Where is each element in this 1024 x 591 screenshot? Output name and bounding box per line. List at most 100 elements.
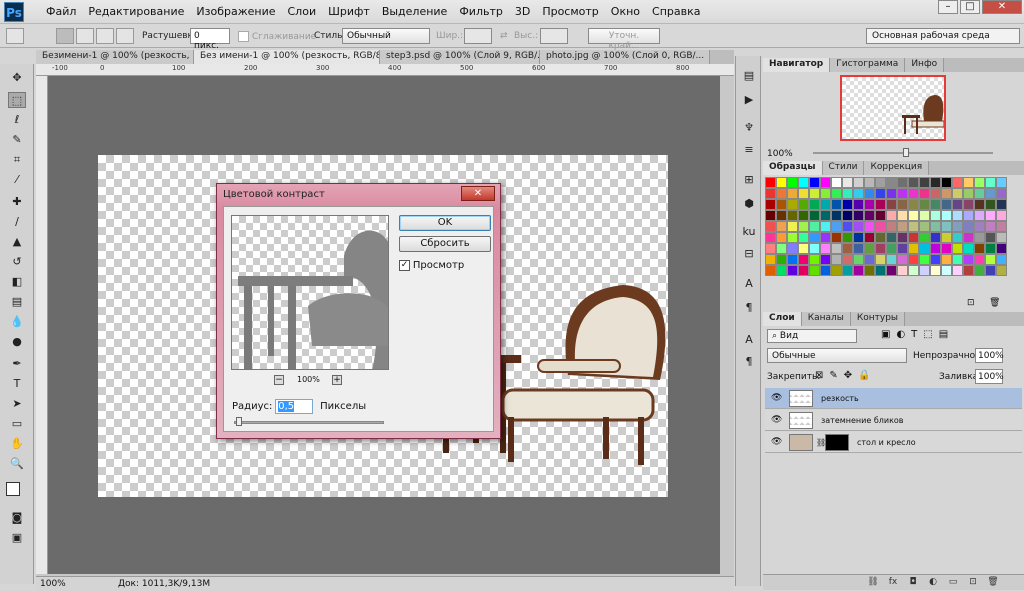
refine-edge-button[interactable]: Уточн. край...	[588, 28, 660, 51]
tab-paths[interactable]: Контуры	[850, 312, 906, 326]
color-swatch[interactable]	[853, 254, 864, 265]
color-swatch[interactable]	[897, 177, 908, 188]
feather-input[interactable]: 0 пикс.	[190, 28, 230, 51]
color-swatch[interactable]	[787, 210, 798, 221]
opacity-input[interactable]: 100%	[975, 348, 1004, 363]
color-swatch[interactable]	[996, 265, 1007, 276]
color-swatch[interactable]	[864, 243, 875, 254]
color-swatch[interactable]	[787, 177, 798, 188]
color-swatch[interactable]	[765, 243, 776, 254]
color-swatch[interactable]	[908, 243, 919, 254]
color-swatch[interactable]	[853, 265, 864, 276]
color-swatch[interactable]	[831, 188, 842, 199]
color-swatch[interactable]	[941, 254, 952, 265]
color-swatch[interactable]	[963, 232, 974, 243]
adjustment-layer-icon[interactable]: ◐	[927, 577, 939, 589]
color-swatch[interactable]	[886, 199, 897, 210]
color-swatch[interactable]	[974, 199, 985, 210]
color-swatch[interactable]	[908, 232, 919, 243]
eyedropper-tool-icon[interactable]: ⁄	[8, 172, 26, 188]
layer-filter-icons[interactable]: ▣◐T⬚▤	[881, 329, 954, 340]
add-mask-icon[interactable]: ◘	[907, 577, 919, 589]
color-swatch[interactable]	[985, 210, 996, 221]
color-swatch[interactable]	[864, 221, 875, 232]
color-swatch[interactable]	[765, 210, 776, 221]
subtract-from-selection-icon[interactable]	[96, 28, 114, 44]
move-tool-icon[interactable]: ✥	[8, 70, 26, 86]
color-swatch[interactable]	[930, 232, 941, 243]
height-input[interactable]	[540, 28, 568, 44]
actions-panel-icon[interactable]: ▶	[741, 92, 757, 108]
foreground-color-swatch[interactable]	[6, 482, 20, 496]
filter-preview[interactable]	[231, 215, 389, 370]
color-swatch[interactable]	[765, 254, 776, 265]
color-swatch[interactable]	[875, 199, 886, 210]
color-swatch[interactable]	[974, 254, 985, 265]
color-swatch[interactable]	[787, 243, 798, 254]
navigator-zoom-thumb[interactable]	[903, 148, 909, 157]
color-swatch[interactable]	[996, 188, 1007, 199]
clone-source-icon[interactable]: ⊞	[741, 172, 757, 188]
color-swatch[interactable]	[798, 243, 809, 254]
color-swatch[interactable]	[919, 243, 930, 254]
fill-input[interactable]: 100%	[975, 369, 1004, 384]
color-swatch[interactable]	[908, 188, 919, 199]
color-swatch[interactable]	[963, 199, 974, 210]
character-panel-icon[interactable]: A	[741, 276, 757, 292]
color-swatch[interactable]	[842, 221, 853, 232]
reset-button[interactable]: Сбросить	[399, 236, 491, 252]
menu-help[interactable]: Справка	[646, 5, 706, 18]
color-swatch[interactable]	[941, 210, 952, 221]
color-swatch[interactable]	[842, 210, 853, 221]
new-group-icon[interactable]: ▭	[947, 577, 959, 589]
style-select[interactable]: Обычный	[342, 28, 430, 44]
new-layer-icon[interactable]: ⊡	[967, 577, 979, 589]
color-swatch[interactable]	[930, 265, 941, 276]
color-swatch[interactable]	[985, 199, 996, 210]
intersect-selection-icon[interactable]	[116, 28, 134, 44]
color-swatch[interactable]	[985, 243, 996, 254]
eye-icon[interactable]: 👁	[771, 437, 782, 447]
color-swatch[interactable]	[809, 232, 820, 243]
type-tool-icon[interactable]: T	[8, 376, 26, 392]
color-swatch[interactable]	[765, 188, 776, 199]
marquee-tool-icon[interactable]: ⬚	[8, 92, 26, 108]
color-swatch[interactable]	[974, 221, 985, 232]
color-swatch[interactable]	[897, 199, 908, 210]
color-swatch[interactable]	[886, 221, 897, 232]
quick-select-tool-icon[interactable]: ✎	[8, 132, 26, 148]
zoom-tool-icon[interactable]: 🔍	[8, 456, 26, 472]
color-swatch[interactable]	[985, 221, 996, 232]
color-swatch[interactable]	[875, 254, 886, 265]
color-swatch[interactable]	[952, 265, 963, 276]
delete-swatch-icon[interactable]: 🗑	[989, 298, 1000, 308]
color-swatch[interactable]	[974, 232, 985, 243]
radius-input[interactable]: 0,5	[275, 399, 314, 414]
antialias-checkbox[interactable]: Сглаживание	[238, 31, 316, 42]
layer-comps-icon[interactable]: ⊟	[741, 246, 757, 262]
add-to-selection-icon[interactable]	[76, 28, 94, 44]
color-swatch[interactable]	[842, 243, 853, 254]
color-swatch[interactable]	[809, 221, 820, 232]
color-swatch[interactable]	[930, 210, 941, 221]
tab-navigator[interactable]: Навигатор	[763, 58, 831, 72]
color-swatch[interactable]	[820, 199, 831, 210]
color-swatch[interactable]	[776, 177, 787, 188]
color-swatch[interactable]	[776, 210, 787, 221]
dialog-close-button[interactable]: ✕	[461, 186, 495, 201]
color-swatch[interactable]	[864, 188, 875, 199]
color-swatch[interactable]	[820, 254, 831, 265]
color-swatch[interactable]	[820, 265, 831, 276]
color-swatch[interactable]	[842, 254, 853, 265]
paragraph-panel-icon[interactable]: ¶	[741, 300, 757, 316]
color-swatch[interactable]	[919, 199, 930, 210]
tab-histogram[interactable]: Гистограмма	[830, 58, 906, 72]
color-swatch[interactable]	[831, 243, 842, 254]
color-swatch[interactable]	[809, 188, 820, 199]
color-swatch[interactable]	[886, 177, 897, 188]
color-swatch[interactable]	[776, 254, 787, 265]
doc-tab-2[interactable]: Без имени-1 @ 100% (резкость, RGB/8) *×	[194, 50, 380, 64]
color-swatch[interactable]	[875, 210, 886, 221]
navigator-zoom[interactable]: 100%	[767, 149, 793, 159]
color-swatch[interactable]	[908, 254, 919, 265]
